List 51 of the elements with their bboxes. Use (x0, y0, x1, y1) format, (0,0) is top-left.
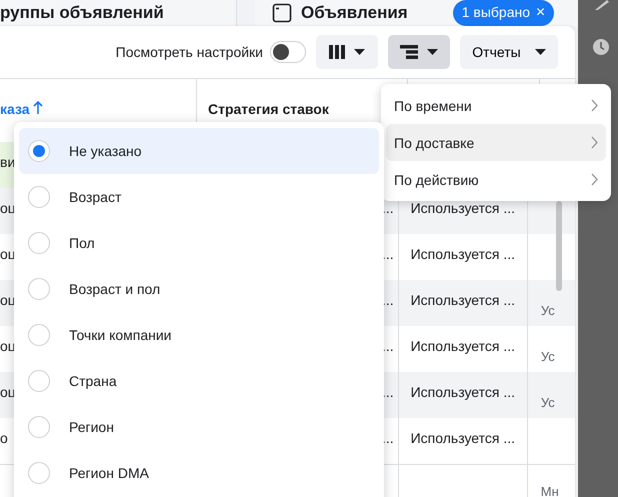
radio-option[interactable]: Пол (19, 220, 379, 266)
radio-button[interactable] (28, 416, 50, 438)
pencil-icon[interactable] (592, 0, 608, 10)
table-cell: Ус (540, 349, 555, 364)
table-cell: о (0, 430, 8, 446)
table-cell: Мн (540, 484, 559, 497)
radio-button[interactable] (28, 462, 50, 484)
menu-item[interactable]: По действию (386, 161, 606, 198)
radio-button[interactable] (28, 232, 50, 254)
radio-button[interactable] (28, 324, 50, 346)
clock-icon[interactable] (592, 38, 610, 56)
chevron-right-icon (591, 99, 598, 112)
table-cell: Используется ... (410, 338, 516, 354)
table-cell: Используется ... (410, 384, 516, 400)
radio-option[interactable]: Регион (19, 404, 379, 450)
radio-option[interactable]: Возраст и пол (19, 266, 379, 312)
radio-option[interactable]: Возраст (19, 174, 379, 220)
table-cell: Используется ... (410, 246, 516, 262)
breakdown-button[interactable] (388, 35, 450, 69)
columns-button[interactable] (316, 35, 378, 69)
caret-icon (534, 49, 546, 55)
radio-option[interactable]: Регион DMA (19, 450, 379, 496)
settings-label: Посмотреть настройки (116, 44, 263, 60)
radio-option[interactable]: Точки компании (19, 312, 379, 358)
radio-button[interactable] (28, 370, 50, 392)
caret-icon (427, 49, 438, 55)
chevron-right-icon (591, 136, 598, 149)
chevron-right-icon (591, 173, 598, 186)
radio-button[interactable] (28, 140, 50, 162)
column-header[interactable]: каза (0, 101, 30, 117)
radio-button[interactable] (28, 186, 50, 208)
caret-icon (354, 49, 365, 55)
table-cell: Ус (540, 303, 555, 318)
table-cell: Используется ... (410, 292, 516, 308)
scrollbar-thumb[interactable] (556, 201, 562, 291)
breakdown-icon (400, 45, 418, 59)
table-cell: Используется ... (410, 200, 516, 216)
settings-toggle[interactable] (270, 41, 306, 63)
menu-item[interactable]: По времени (386, 87, 606, 124)
columns-icon (329, 45, 345, 59)
ads-title[interactable]: Объявления (301, 3, 408, 23)
table-cell: Ус (540, 395, 555, 410)
radio-button[interactable] (28, 278, 50, 300)
reports-button[interactable]: Отчеты (460, 35, 558, 69)
menu-item[interactable]: По доставке (386, 124, 606, 161)
radio-option[interactable]: Страна (19, 358, 379, 404)
table-cell: Используется ... (410, 430, 516, 446)
radio-option[interactable]: Не указано (19, 128, 379, 174)
window-icon (272, 3, 292, 23)
selection-badge[interactable]: 1 выбрано × (452, 0, 554, 26)
column-header[interactable]: Стратегия ставок (197, 101, 329, 117)
